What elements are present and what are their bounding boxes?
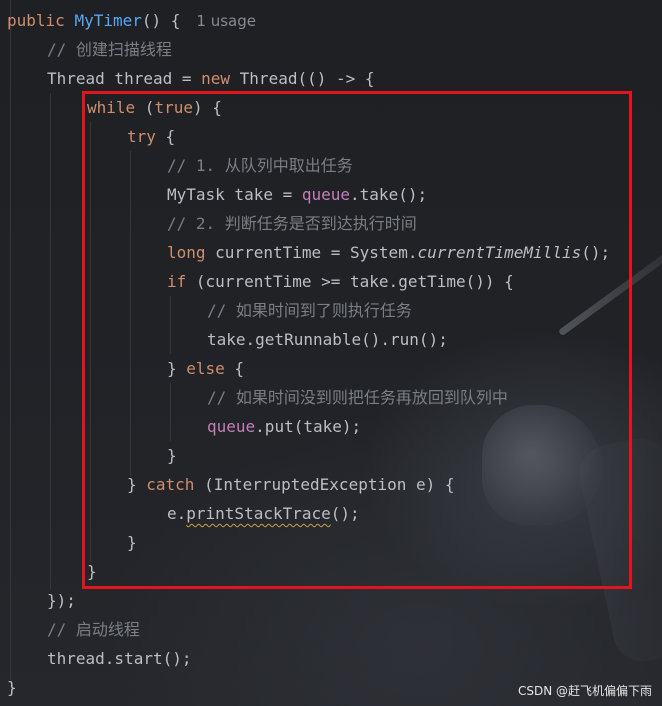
red-highlight-box	[82, 91, 632, 589]
usage-hint-link[interactable]: 1 usage	[196, 12, 256, 30]
csdn-watermark: CSDN @赶飞机偏偏下雨	[517, 684, 652, 698]
code-line[interactable]: thread.start();	[47, 644, 192, 673]
indent-guide	[10, 0, 11, 680]
code-text: Thread thread =	[47, 69, 202, 88]
code-text: () {	[141, 11, 181, 30]
method-name: MyTimer	[74, 11, 142, 30]
keyword: public	[7, 11, 65, 30]
code-line[interactable]: Thread thread = new Thread(() -> {	[47, 64, 375, 93]
code-text: Thread(() -> {	[230, 69, 375, 88]
code-line[interactable]: // 创建扫描线程	[47, 35, 172, 64]
code-line[interactable]: // 启动线程	[47, 615, 140, 644]
code-line[interactable]: }	[7, 673, 17, 702]
indent-guide	[50, 93, 51, 589]
code-line[interactable]: public MyTimer() { 1 usage	[7, 6, 256, 35]
keyword: new	[201, 69, 231, 88]
code-line[interactable]: });	[47, 586, 76, 615]
